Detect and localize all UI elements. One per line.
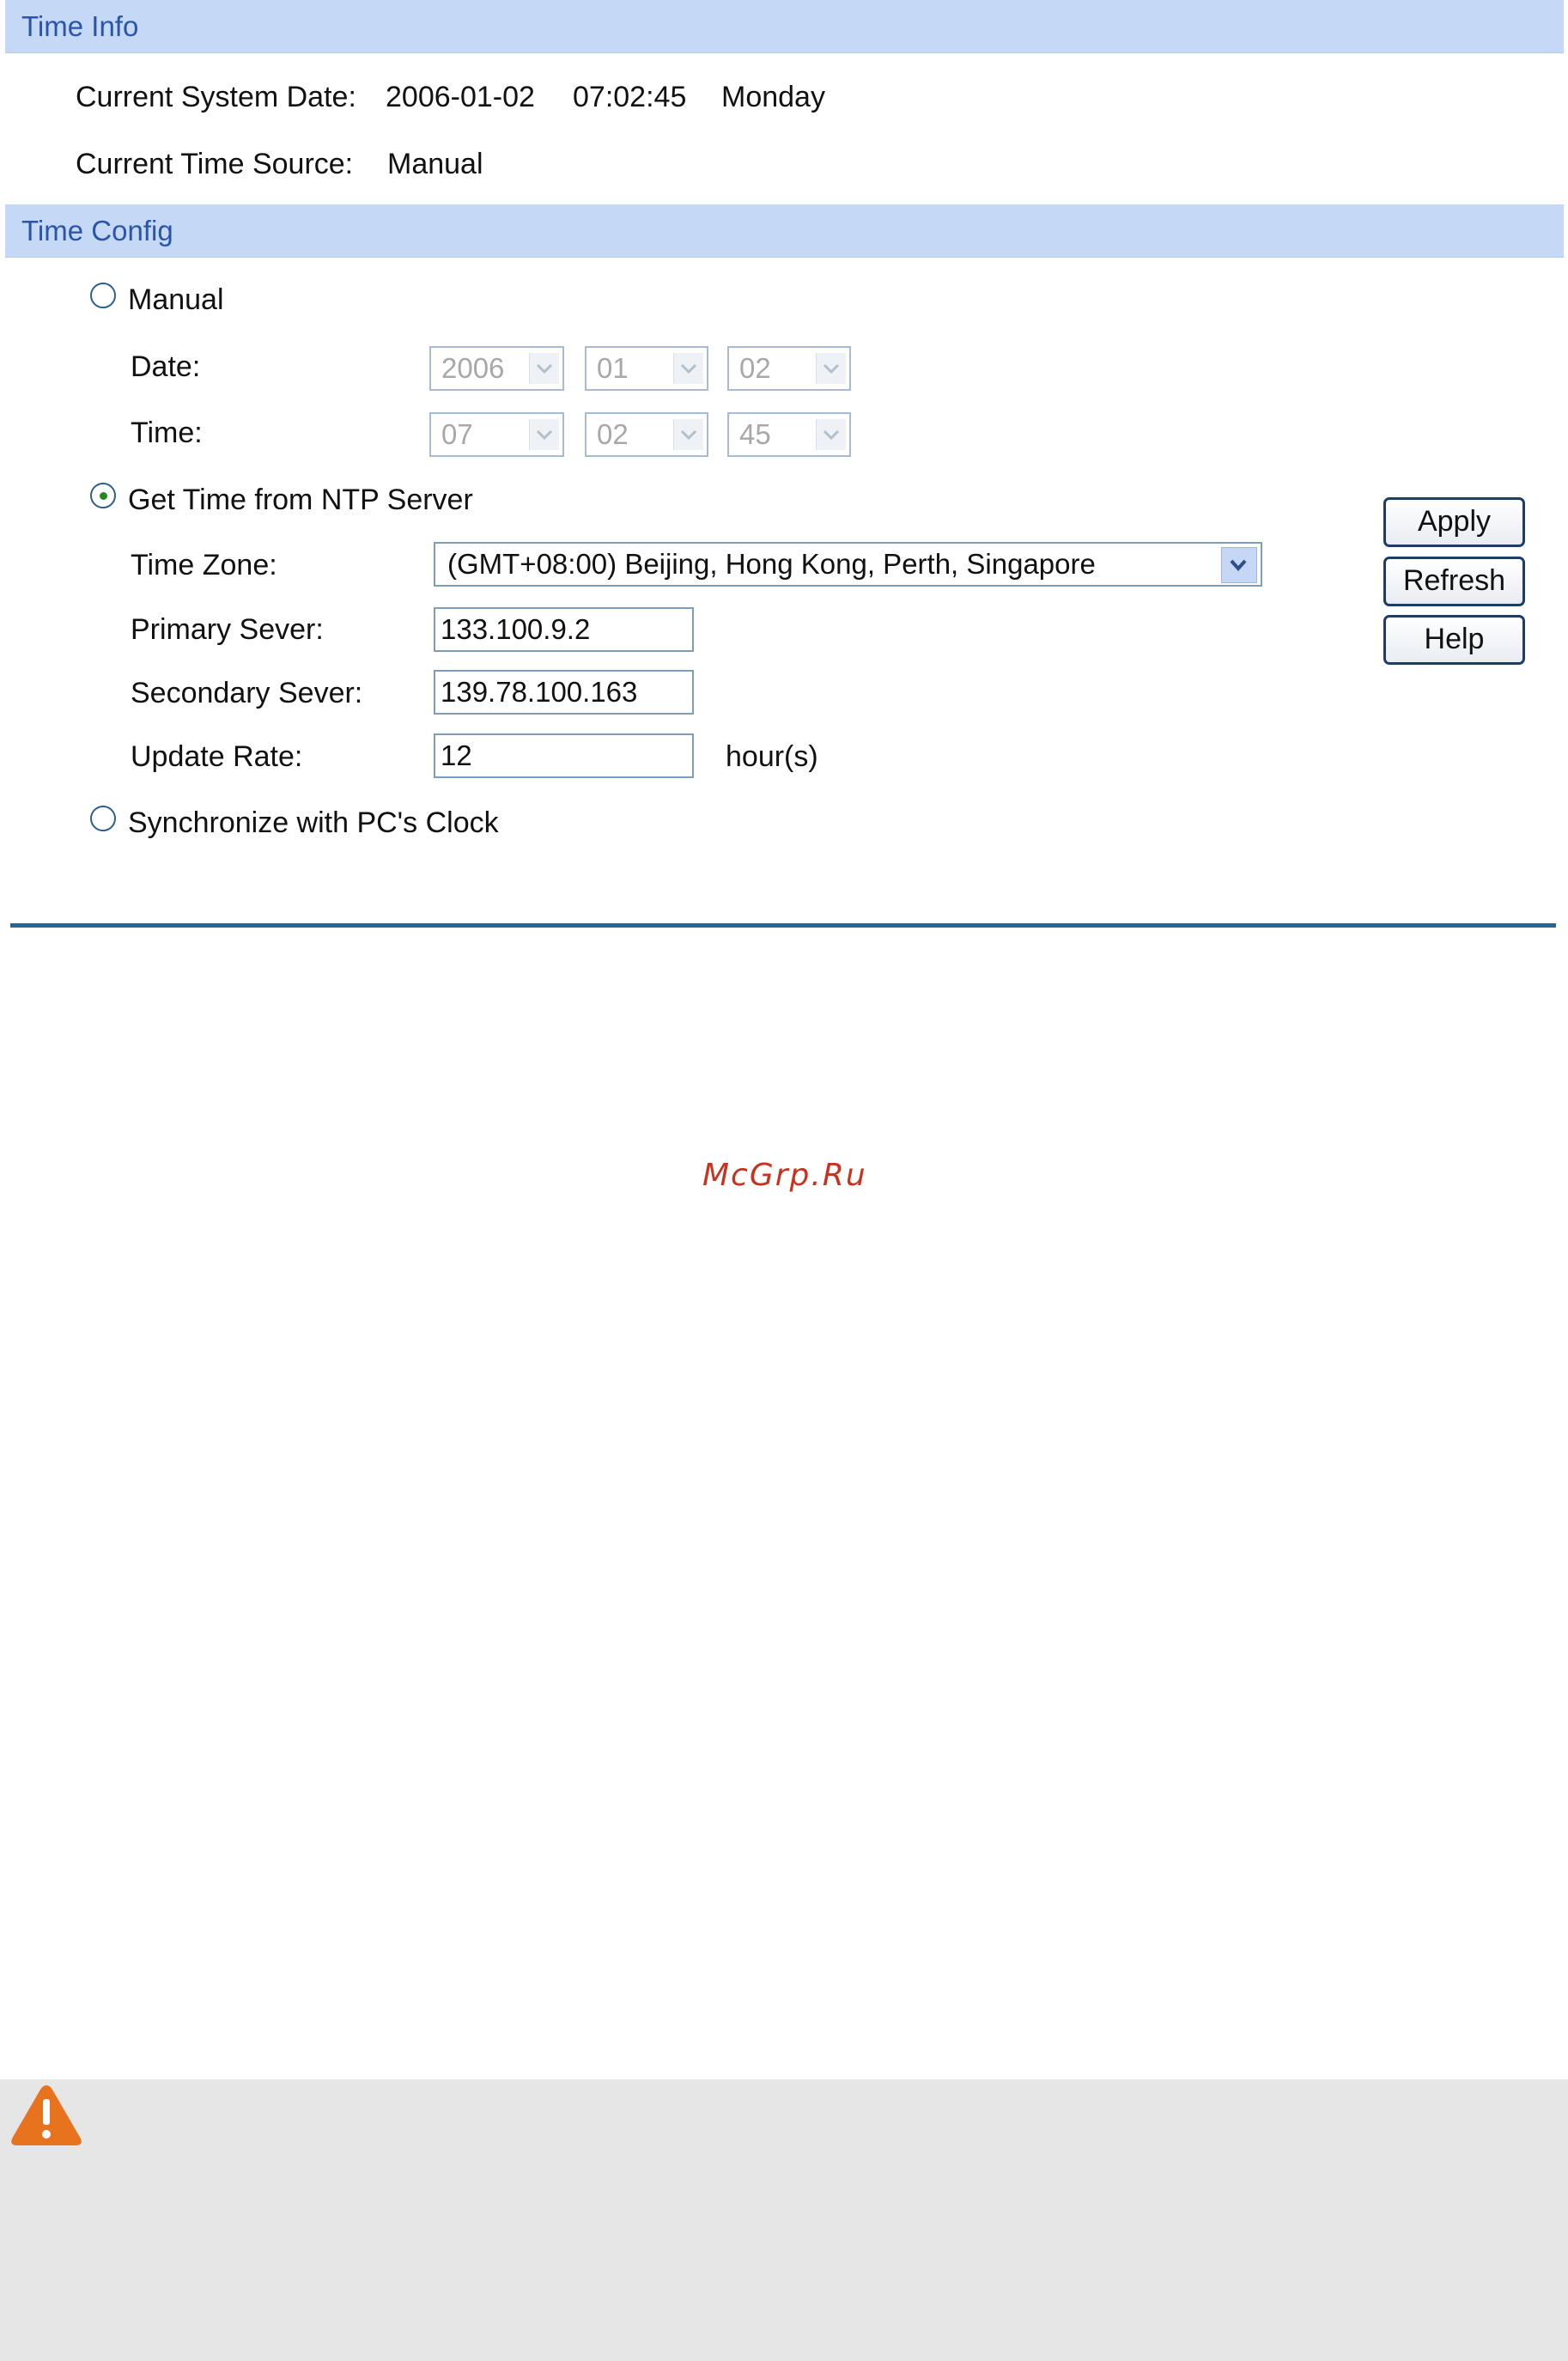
chevron-down-icon <box>529 353 559 384</box>
secondary-server-label: Secondary Sever: <box>131 677 363 709</box>
pc-sync-label: Synchronize with PC's Clock <box>128 806 499 839</box>
date-month-value: 01 <box>597 352 629 384</box>
time-source-label: Current Time Source: <box>76 148 354 180</box>
time-info-header: Time Info <box>5 0 1564 53</box>
time-info-title: Time Info <box>21 10 139 42</box>
ntp-label: Get Time from NTP Server <box>128 484 473 516</box>
current-date-label: Current System Date: <box>76 81 356 113</box>
watermark-text: McGrp.Ru <box>702 1158 867 1193</box>
note-box <box>0 2079 1568 2361</box>
date-day-select[interactable]: 02 <box>727 346 851 391</box>
time-second-select[interactable]: 45 <box>727 412 851 457</box>
chevron-down-icon <box>816 353 846 384</box>
help-button[interactable]: Help <box>1383 615 1525 665</box>
timezone-label: Time Zone: <box>131 549 277 581</box>
time-hour-value: 07 <box>441 418 473 450</box>
section-divider <box>10 923 1556 928</box>
secondary-server-value: 139.78.100.163 <box>441 676 638 708</box>
time-source-value: Manual <box>387 148 483 180</box>
secondary-server-input[interactable]: 139.78.100.163 <box>434 670 694 715</box>
date-year-select[interactable]: 2006 <box>429 346 564 391</box>
time-config-title: Time Config <box>21 215 173 246</box>
ntp-radio[interactable] <box>90 483 116 508</box>
warning-icon <box>9 2082 84 2153</box>
chevron-down-icon <box>673 353 703 384</box>
update-rate-value: 12 <box>441 739 472 771</box>
manual-label: Manual <box>128 283 224 316</box>
time-minute-value: 02 <box>597 418 629 450</box>
chevron-down-icon <box>1221 547 1257 583</box>
time-config-header: Time Config <box>5 204 1564 258</box>
primary-server-label: Primary Sever: <box>131 613 324 646</box>
time-label: Time: <box>131 417 203 449</box>
chevron-down-icon <box>529 419 559 450</box>
timezone-select[interactable]: (GMT+08:00) Beijing, Hong Kong, Perth, S… <box>434 542 1262 587</box>
time-second-value: 45 <box>739 418 771 450</box>
current-date-value: 2006-01-02 <box>386 81 535 113</box>
primary-server-input[interactable]: 133.100.9.2 <box>434 607 694 652</box>
time-hour-select[interactable]: 07 <box>429 412 564 457</box>
update-rate-label: Update Rate: <box>131 740 303 773</box>
update-rate-input[interactable]: 12 <box>434 733 694 778</box>
update-rate-unit: hour(s) <box>726 740 818 773</box>
time-minute-select[interactable]: 02 <box>585 412 708 457</box>
date-month-select[interactable]: 01 <box>585 346 708 391</box>
current-weekday-value: Monday <box>721 81 825 113</box>
refresh-button[interactable]: Refresh <box>1383 557 1525 606</box>
manual-radio[interactable] <box>90 283 116 308</box>
current-time-value: 07:02:45 <box>573 81 687 113</box>
chevron-down-icon <box>816 419 846 450</box>
pc-sync-radio[interactable] <box>90 806 116 831</box>
primary-server-value: 133.100.9.2 <box>441 613 591 645</box>
date-day-value: 02 <box>739 352 771 384</box>
date-year-value: 2006 <box>441 352 505 384</box>
date-label: Date: <box>131 350 201 383</box>
timezone-value: (GMT+08:00) Beijing, Hong Kong, Perth, S… <box>447 548 1096 580</box>
apply-button[interactable]: Apply <box>1383 497 1525 547</box>
chevron-down-icon <box>673 419 703 450</box>
